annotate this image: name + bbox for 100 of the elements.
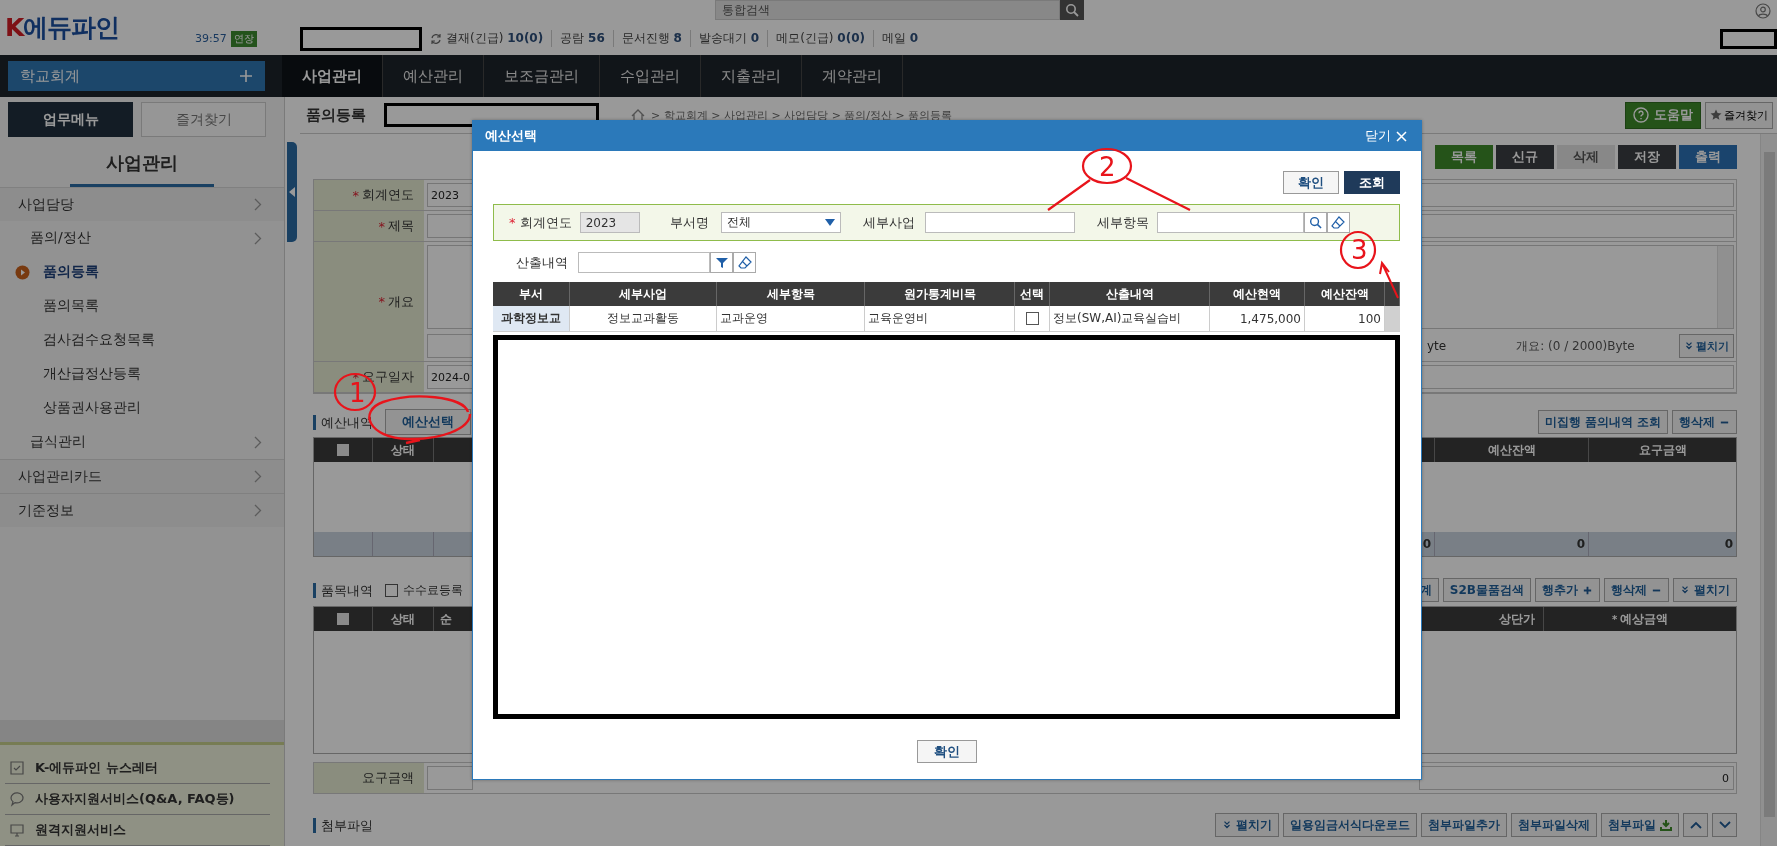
extend-button[interactable]: 연장: [230, 30, 257, 47]
filter-button[interactable]: [710, 252, 733, 273]
plus-icon: [1582, 584, 1593, 596]
input-field[interactable]: [924, 212, 1075, 233]
action-button[interactable]: 신규: [1496, 144, 1554, 169]
dialog-button[interactable]: 조회: [1344, 171, 1400, 194]
form-label: * 제목: [314, 211, 424, 242]
chevron-down-icon: [1718, 821, 1731, 829]
close-button[interactable]: 닫기: [1359, 126, 1413, 146]
menu-item[interactable]: 개산급정산등록: [0, 357, 284, 391]
logo[interactable]: K에듀파인: [0, 11, 195, 44]
menu-item[interactable]: 기준정보: [0, 493, 284, 527]
menu-item[interactable]: 사업담당: [0, 187, 284, 221]
menu-item[interactable]: 검사검수요청목록: [0, 323, 284, 357]
menu-item[interactable]: 품의/정산: [0, 221, 284, 255]
toolbar-button[interactable]: 행삭제: [1672, 410, 1737, 434]
confirm-button[interactable]: 확인: [916, 740, 977, 763]
budget-select-button[interactable]: 예산선택: [385, 409, 471, 435]
move-up-button[interactable]: [1683, 813, 1708, 837]
nav-tab[interactable]: 사업관리: [282, 55, 383, 97]
year-field: 2023: [579, 212, 640, 233]
action-button[interactable]: 저장: [1618, 144, 1676, 169]
table-header: 세부사업: [570, 282, 717, 306]
toolbar-button[interactable]: 행삭제: [1604, 578, 1669, 602]
dialog-title: 예산선택: [485, 127, 537, 145]
search-field[interactable]: 통합검색: [715, 0, 1060, 20]
service-link[interactable]: 사용자지원서비스(Q&A, FAQ등): [5, 784, 270, 815]
fee-checkbox[interactable]: 수수료등록: [385, 581, 463, 599]
table-cell: 교육운영비: [865, 306, 1015, 331]
toolbar-button[interactable]: 미집행 품의내역 조회: [1537, 410, 1668, 434]
textarea-field[interactable]: [1419, 245, 1734, 329]
status-item[interactable]: 공람 56: [551, 30, 613, 47]
module-button[interactable]: 학교회계: [8, 61, 265, 91]
search-button[interactable]: [1060, 0, 1084, 20]
user-icon[interactable]: [1755, 3, 1771, 19]
move-down-button[interactable]: [1712, 813, 1737, 837]
service-link[interactable]: K-에듀파인 뉴스레터: [5, 753, 270, 784]
filter-label: 세부항목: [1096, 213, 1149, 232]
scrollbar[interactable]: [1760, 134, 1777, 846]
collapse-handle[interactable]: [287, 142, 297, 242]
chevron-right-icon: [254, 470, 262, 483]
toolbar-button[interactable]: 일용임금서식다운로드: [1283, 813, 1417, 837]
menu-item[interactable]: 사업관리카드: [0, 459, 284, 493]
status-item[interactable]: 메모(긴급) 0(0): [767, 30, 873, 47]
toolbar-button[interactable]: 첨부파일: [1601, 813, 1679, 837]
form-label: 요구금액: [314, 763, 424, 793]
action-button[interactable]: 목록: [1435, 144, 1493, 169]
status-item[interactable]: 문서진행 8: [612, 30, 690, 47]
eraser-icon: [1331, 215, 1346, 230]
search-button[interactable]: [1303, 212, 1327, 233]
sidebar-tab[interactable]: 즐겨찾기: [141, 102, 266, 137]
checkbox[interactable]: [1025, 312, 1039, 325]
sidebar-tab[interactable]: 업무메뉴: [8, 102, 133, 137]
nav-tab[interactable]: 보조금관리: [484, 55, 600, 97]
help-button[interactable]: 도움말: [1625, 101, 1701, 129]
table-header: 요구금액: [1637, 441, 1688, 459]
input-field[interactable]: [1156, 212, 1304, 233]
favorite-button[interactable]: 즐겨찾기: [1705, 101, 1773, 129]
scrollbar[interactable]: [1385, 306, 1400, 331]
checkbox[interactable]: [337, 444, 349, 456]
menu-item[interactable]: 상품권사용관리: [0, 391, 284, 425]
input-field[interactable]: [1419, 183, 1734, 207]
amount-field[interactable]: 0: [1419, 766, 1734, 790]
refresh-icon[interactable]: [430, 32, 442, 45]
status-item[interactable]: 메일 0: [873, 30, 927, 47]
department-dropdown[interactable]: 전체: [720, 212, 841, 233]
toolbar-button[interactable]: S2B물품검색: [1442, 578, 1531, 602]
section-title: 첨부파일: [313, 817, 373, 833]
dialog-button[interactable]: 확인: [1283, 171, 1339, 194]
table-header: 세부항목: [717, 282, 865, 306]
home-icon[interactable]: [631, 108, 645, 122]
input-field[interactable]: [1419, 365, 1734, 389]
clear-button[interactable]: [1326, 212, 1350, 233]
nav-tab[interactable]: 지출관리: [701, 55, 802, 97]
scrollbar[interactable]: [1717, 246, 1733, 328]
toolbar-button[interactable]: 펼치기: [1673, 578, 1737, 602]
toolbar-button[interactable]: 첨부파일삭제: [1511, 813, 1597, 837]
menu-item[interactable]: 급식관리: [0, 425, 284, 459]
table-cell: 정보(SW,AI)교육실습비: [1050, 306, 1210, 331]
annotation-number: 3: [1339, 230, 1377, 270]
nav-tab[interactable]: 수입관리: [600, 55, 701, 97]
action-button[interactable]: 출력: [1679, 144, 1737, 169]
menu-item[interactable]: 품의목록: [0, 289, 284, 323]
download-icon: [1660, 819, 1672, 831]
toolbar-button[interactable]: 행추가: [1535, 578, 1600, 602]
menu-item[interactable]: 품의등록: [0, 255, 284, 289]
status-item[interactable]: 결재(긴급) 10(0): [446, 30, 552, 47]
service-link[interactable]: 원격지원서비스: [5, 815, 270, 846]
checkbox[interactable]: [337, 613, 349, 625]
clear-button[interactable]: [733, 252, 756, 273]
status-item[interactable]: 발송대기 0: [689, 30, 768, 47]
toolbar-button[interactable]: 펼치기: [1215, 813, 1279, 837]
nav-tab[interactable]: 계약관리: [802, 55, 903, 97]
nav-tab[interactable]: 예산관리: [383, 55, 484, 97]
breadcrumb: > 학교회계 > 사업관리 > 사업담당 > 품의/정산 > 품의등록: [651, 107, 953, 123]
filter-label: 부서명: [669, 213, 709, 232]
toolbar-button[interactable]: 첨부파일추가: [1421, 813, 1507, 837]
input-field[interactable]: [1419, 214, 1734, 238]
expand-button[interactable]: 펼치기: [1679, 334, 1734, 358]
input-field[interactable]: [578, 252, 710, 273]
